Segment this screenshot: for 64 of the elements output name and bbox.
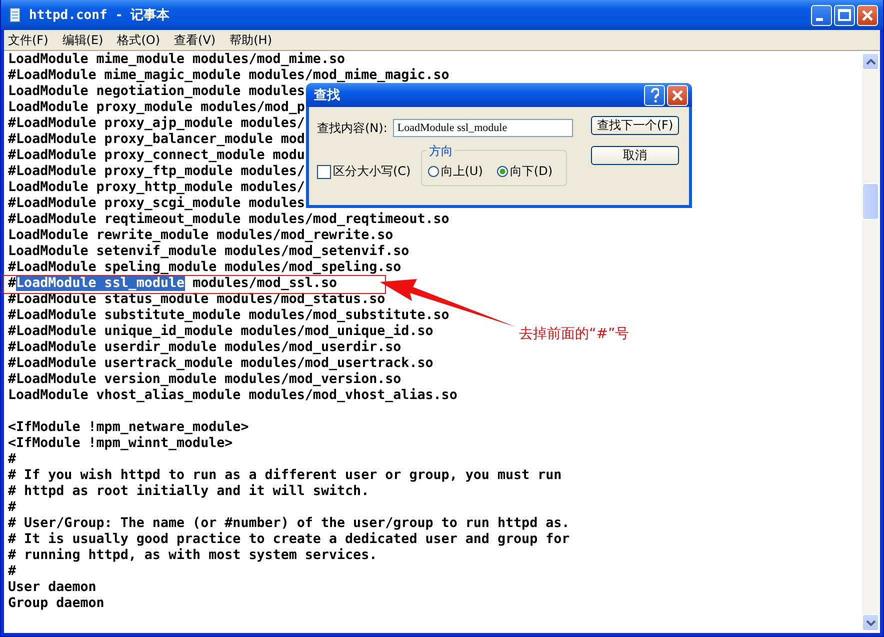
question-mark-icon [650, 88, 658, 102]
code-line: # [8, 564, 16, 580]
find-next-button[interactable]: 查找下一个(F) [591, 116, 679, 135]
cancel-button[interactable]: 取消 [591, 146, 679, 165]
code-line: Group daemon [8, 596, 104, 612]
code-line: #LoadModule ssl_module modules/mod_ssl.so [8, 276, 338, 292]
code-line: LoadModule negotiation_module modules [8, 84, 305, 100]
close-button[interactable] [667, 84, 688, 106]
code-line: #LoadModule version_module modules/mod_version.so [8, 372, 402, 388]
dialog-title: 查找 [314, 87, 341, 104]
menu-item[interactable]: 帮助(H) [230, 32, 272, 48]
code-line: LoadModule proxy_module modules/mod_p [8, 100, 305, 116]
vertical-scrollbar[interactable] [862, 53, 879, 631]
code-line: # If you wish httpd to run as a different user or group, you must run [8, 468, 562, 484]
minimize-button[interactable] [811, 4, 832, 26]
menu-item[interactable]: 格式(O) [117, 32, 160, 48]
code-line: #LoadModule speling_module modules/mod_speling.so [8, 260, 402, 276]
find-input[interactable]: LoadModule ssl_module [393, 119, 574, 137]
close-icon [862, 10, 873, 20]
code-line: LoadModule vhost_alias_module modules/mod_vhost_alias.so [8, 388, 458, 404]
code-line: LoadModule mime_module modules/mod_mime.so [8, 52, 346, 68]
close-button[interactable] [857, 4, 878, 26]
code-line: # It is usually good practice to create a dedicated user and group for [8, 532, 570, 548]
maximize-button[interactable] [834, 4, 855, 26]
code-line: #LoadModule proxy_ftp_module modules/ [8, 164, 305, 180]
maximize-icon [838, 9, 851, 21]
window-title: httpd.conf - 记事本 [29, 7, 171, 24]
close-icon [672, 90, 683, 100]
code-line: # running httpd, as with most system services. [8, 548, 378, 564]
direction-radio[interactable]: 向下(D) [496, 163, 553, 180]
menu-item[interactable]: 查看(V) [174, 32, 216, 48]
match-case-checkbox[interactable]: 区分大小写(C) [317, 163, 411, 180]
code-line: # User/Group: The name (or #number) of the user/group to run httpd as. [8, 516, 570, 532]
code-line: # [8, 500, 16, 516]
code-line: #LoadModule status_module modules/mod_status.so [8, 292, 386, 308]
direction-radio[interactable]: 向上(U) [428, 163, 483, 180]
code-line: LoadModule rewrite_module modules/mod_rewrite.so [8, 228, 394, 244]
menu-item[interactable]: 编辑(E) [62, 32, 104, 48]
minimize-icon [816, 18, 822, 20]
code-line: <IfModule !mpm_winnt_module> [8, 436, 233, 452]
annotation-text: 去掉前面的“#”号 [519, 325, 630, 343]
code-line: #LoadModule proxy_balancer_module mod [8, 132, 305, 148]
code-line: # [8, 452, 16, 468]
code-line: LoadModule setenvif_module modules/mod_setenvif.so [8, 244, 410, 260]
code-line: #LoadModule unique_id_module modules/mod_unique_id.so [8, 324, 434, 340]
code-line: #LoadModule reqtimeout_module modules/mod_reqtimeout.so [8, 212, 450, 228]
code-line: #LoadModule proxy_ajp_module modules/ [8, 116, 305, 132]
scroll-thumb[interactable] [862, 183, 879, 220]
code-line: #LoadModule substitute_module modules/mod_substitute.so [8, 308, 450, 324]
code-line: #LoadModule mime_magic_module modules/mod_mime_magic.so [8, 68, 450, 84]
code-line: <IfModule !mpm_netware_module> [8, 420, 249, 436]
code-line: LoadModule proxy_http_module modules/ [8, 180, 305, 196]
code-line: User daemon [8, 580, 96, 596]
code-line: #LoadModule proxy_scgi_module modules [8, 196, 305, 212]
code-line: # httpd as root initially and it will switch. [8, 484, 370, 500]
menu-item[interactable]: 文件(F) [8, 32, 48, 48]
code-line: #LoadModule userdir_module modules/mod_userdir.so [8, 340, 402, 356]
code-line: #LoadModule proxy_connect_module modu [8, 148, 305, 164]
code-line: #LoadModule usertrack_module modules/mod_usertrack.so [8, 356, 434, 372]
help-button[interactable] [644, 84, 665, 106]
scroll-up-button[interactable] [862, 53, 879, 70]
notepad-icon [7, 7, 23, 23]
find-label: 查找内容(N): [317, 120, 388, 136]
scroll-down-button[interactable] [862, 614, 879, 631]
